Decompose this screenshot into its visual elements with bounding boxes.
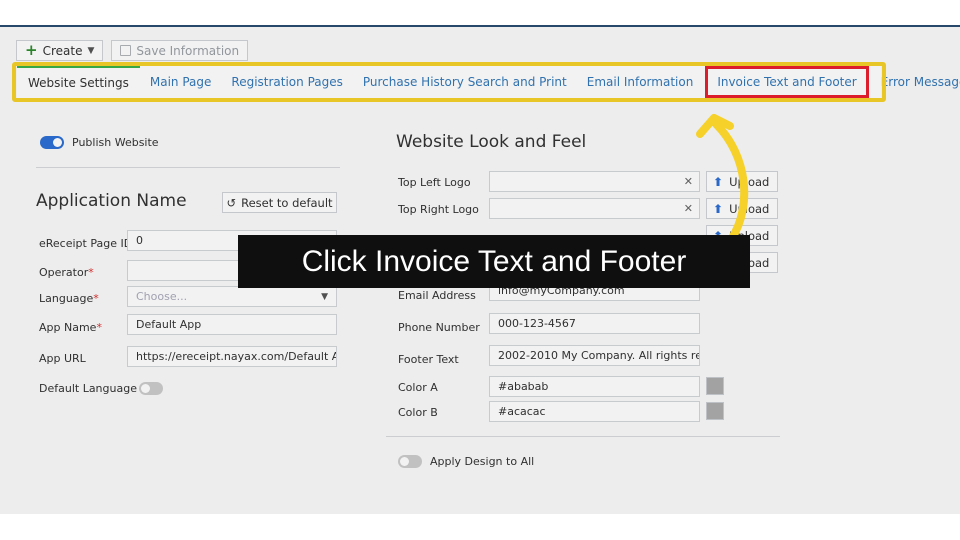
tab-purchase-history[interactable]: Purchase History Search and Print — [353, 66, 577, 98]
apply-design-label: Apply Design to All — [430, 455, 535, 468]
tab-error-messages[interactable]: Error Messages — [871, 66, 960, 98]
default-language-toggle[interactable] — [138, 382, 163, 395]
language-select[interactable]: Choose... ▼ — [127, 286, 337, 307]
top-right-logo-label: Top Right Logo — [398, 203, 479, 216]
reset-to-default-button[interactable]: ↺ Reset to default — [222, 192, 337, 213]
tab-invoice-text-and-footer[interactable]: Invoice Text and Footer — [705, 66, 869, 98]
ereceipt-page-id-label: eReceipt Page ID — [39, 237, 133, 250]
color-b-input[interactable]: #acacac — [489, 401, 700, 422]
tab-website-settings[interactable]: Website Settings — [17, 66, 140, 98]
phone-number-input[interactable]: 000-123-4567 — [489, 313, 700, 334]
divider — [386, 436, 780, 437]
color-a-label: Color A — [398, 381, 438, 394]
color-b-swatch[interactable] — [706, 402, 724, 420]
curved-arrow-icon — [696, 114, 749, 242]
apply-design-toggle[interactable] — [398, 455, 422, 468]
tab-email-information[interactable]: Email Information — [577, 66, 704, 98]
default-language-label: Default Language — [39, 382, 137, 395]
reset-icon: ↺ — [226, 195, 237, 210]
app-name-label: App Name* — [39, 321, 102, 334]
color-b-label: Color B — [398, 406, 438, 419]
tab-registration-pages[interactable]: Registration Pages — [221, 66, 352, 98]
app-name-input[interactable]: Default App — [127, 314, 337, 335]
tab-main-page[interactable]: Main Page — [140, 66, 222, 98]
footer-text-input[interactable]: 2002-2010 My Company. All rights reserve — [489, 345, 700, 366]
tab-bar: Website Settings Main Page Registration … — [17, 66, 960, 98]
plus-icon: + — [25, 41, 38, 59]
footer-text-label: Footer Text — [398, 353, 459, 366]
publish-website-label: Publish Website — [72, 136, 159, 149]
reset-label: Reset to default — [241, 195, 333, 210]
top-band — [0, 0, 960, 27]
default-language-row: Default Language — [39, 382, 163, 395]
chevron-down-icon: ▼ — [321, 291, 328, 302]
color-a-swatch[interactable] — [706, 377, 724, 395]
operator-label: Operator* — [39, 266, 94, 279]
top-left-logo-input[interactable]: ✕ — [489, 171, 700, 192]
save-information-button[interactable]: Save Information — [111, 40, 249, 61]
language-label-text: Language — [39, 292, 94, 305]
color-a-input[interactable]: #ababab — [489, 376, 700, 397]
website-look-heading: Website Look and Feel — [396, 132, 587, 152]
phone-number-label: Phone Number — [398, 321, 480, 334]
language-label: Language* — [39, 292, 99, 305]
bottom-band — [0, 514, 960, 540]
app-name-label-text: App Name — [39, 321, 97, 334]
publish-website-toggle[interactable] — [40, 136, 64, 149]
toolbar: + Create ▼ Save Information — [16, 40, 249, 61]
operator-label-text: Operator — [39, 266, 89, 279]
divider — [36, 167, 340, 168]
instruction-callout: Click Invoice Text and Footer — [238, 235, 750, 288]
app-url-input[interactable]: https://ereceipt.nayax.com/Default App — [127, 346, 337, 367]
create-label: Create — [42, 43, 83, 58]
app-url-label: App URL — [39, 352, 86, 365]
email-address-label: Email Address — [398, 289, 476, 302]
language-placeholder: Choose... — [136, 290, 188, 303]
chevron-down-icon: ▼ — [87, 45, 95, 56]
save-icon — [120, 45, 132, 56]
apply-design-row: Apply Design to All — [398, 455, 534, 468]
create-button[interactable]: + Create ▼ — [16, 40, 104, 61]
application-name-heading: Application Name — [36, 191, 187, 211]
publish-website-row: Publish Website — [40, 136, 159, 149]
save-label: Save Information — [136, 43, 240, 58]
top-right-logo-input[interactable]: ✕ — [489, 198, 700, 219]
top-left-logo-label: Top Left Logo — [398, 176, 471, 189]
